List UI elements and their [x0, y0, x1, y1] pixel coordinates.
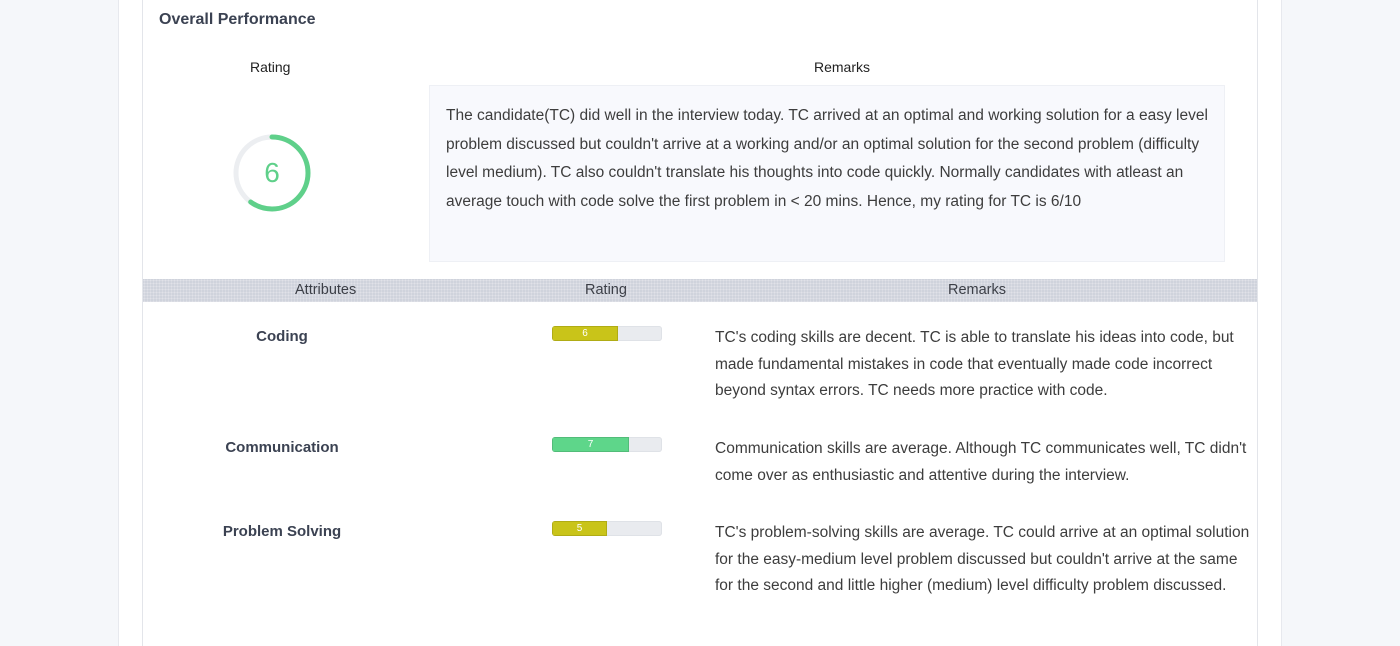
rating-bar-value: 6: [582, 328, 588, 339]
attribute-name-coding: Coding: [256, 328, 308, 345]
rating-column-header: Rating: [585, 282, 627, 298]
section-title: Overall Performance: [159, 11, 316, 28]
overall-remarks-label: Remarks: [814, 59, 871, 75]
rating-bar-problem-solving: 5: [552, 521, 662, 536]
rating-bar-value: 5: [576, 523, 583, 534]
rating-bar-value: 7: [587, 439, 594, 450]
attributes-table-header: Attributes Rating Remarks: [143, 279, 1257, 302]
overall-rating-label: Rating: [250, 59, 291, 75]
overall-remarks-text: The candidate(TC) did well in the interv…: [429, 85, 1225, 262]
overall-performance-card: Overall Performance Rating Remarks 6 The…: [142, 0, 1258, 646]
rating-bar-communication: 7: [552, 437, 662, 452]
overall-rating-score: 6: [264, 157, 280, 188]
remarks-column-header: Remarks: [948, 282, 1007, 298]
rating-bar-coding: 6: [552, 326, 662, 341]
attribute-name-problem-solving: Problem Solving: [222, 523, 342, 540]
attribute-name-communication: Communication: [225, 439, 339, 456]
attribute-remark-coding: TC's coding skills are decent. TC is abl…: [715, 329, 1234, 399]
attribute-remark-communication: Communication skills are average. Althou…: [715, 440, 1247, 484]
attributes-column-header: Attributes: [295, 282, 357, 298]
attribute-remark-problem-solving: TC's problem-solving skills are average.…: [715, 524, 1250, 594]
